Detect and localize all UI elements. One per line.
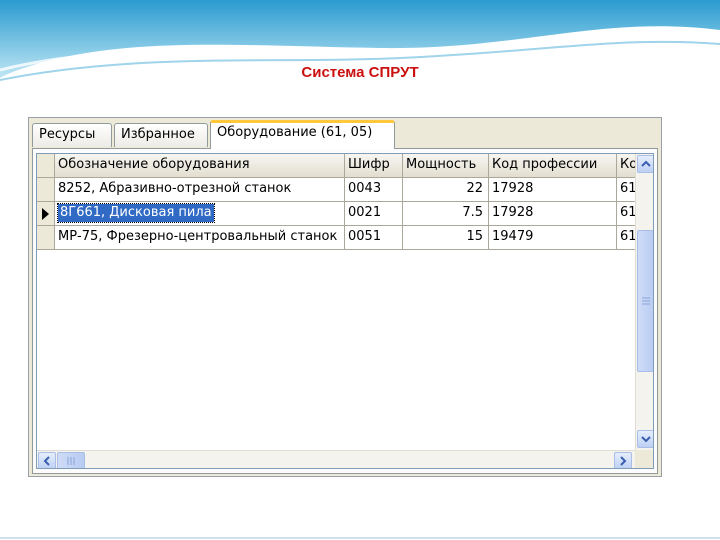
table-row[interactable]: 8252, Абразивно-отрезной станок 0043 22 … <box>37 178 637 202</box>
scroll-up-button[interactable] <box>637 155 653 173</box>
cell-profession-code[interactable]: 19479 <box>489 226 617 250</box>
scroll-left-button[interactable] <box>38 452 56 468</box>
tab-bar: Ресурсы Избранное Оборудование (61, 05) <box>29 118 661 149</box>
cell-name[interactable]: 8252, Абразивно-отрезной станок <box>55 178 345 202</box>
horizontal-scroll-thumb[interactable] <box>57 452 85 468</box>
equipment-grid: Обозначение оборудования Шифр Мощность К… <box>36 153 654 469</box>
column-header-code[interactable]: Шифр <box>345 154 403 178</box>
tab-resources[interactable]: Ресурсы <box>32 123 112 147</box>
tab-panel: Обозначение оборудования Шифр Мощность К… <box>32 148 658 474</box>
tab-favorites[interactable]: Избранное <box>114 123 208 147</box>
cell-profession-code[interactable]: 17928 <box>489 202 617 226</box>
selected-cell-text: 8Г661, Дисковая пила <box>57 203 215 223</box>
chevron-right-icon <box>620 456 627 466</box>
column-header-extra[interactable]: Ко <box>617 154 637 178</box>
cell-code[interactable]: 0043 <box>345 178 403 202</box>
row-indicator[interactable] <box>37 226 55 250</box>
cell-power[interactable]: 22 <box>403 178 489 202</box>
cell-power[interactable]: 15 <box>403 226 489 250</box>
grip-icon <box>67 457 75 465</box>
scroll-right-button[interactable] <box>614 452 632 468</box>
row-indicator-header <box>37 154 55 178</box>
cell-name[interactable]: 8Г661, Дисковая пила <box>55 202 345 226</box>
cell-extra[interactable]: 61 <box>617 178 637 202</box>
tab-equipment[interactable]: Оборудование (61, 05) <box>210 120 395 149</box>
scroll-down-button[interactable] <box>637 430 653 448</box>
cell-name[interactable]: МР-75, Фрезерно-центровальный станок <box>55 226 345 250</box>
chevron-down-icon <box>641 436 651 443</box>
cell-code[interactable]: 0021 <box>345 202 403 226</box>
horizontal-scrollbar[interactable] <box>37 450 635 468</box>
row-indicator[interactable] <box>37 202 55 226</box>
footer-divider <box>0 537 720 539</box>
row-indicator[interactable] <box>37 178 55 202</box>
cell-extra[interactable]: 61 <box>617 202 637 226</box>
vertical-scrollbar[interactable] <box>635 154 653 450</box>
table-row-selected[interactable]: 8Г661, Дисковая пила 0021 7.5 17928 61 <box>37 202 637 226</box>
equipment-window: Ресурсы Избранное Оборудование (61, 05) … <box>28 117 662 477</box>
table-row[interactable]: МР-75, Фрезерно-центровальный станок 005… <box>37 226 637 250</box>
cell-code[interactable]: 0051 <box>345 226 403 250</box>
grid-header: Обозначение оборудования Шифр Мощность К… <box>37 154 637 178</box>
chevron-up-icon <box>641 160 651 167</box>
column-header-name[interactable]: Обозначение оборудования <box>55 154 345 178</box>
cell-extra[interactable]: 61 <box>617 226 637 250</box>
cell-power[interactable]: 7.5 <box>403 202 489 226</box>
column-header-profession-code[interactable]: Код профессии <box>489 154 617 178</box>
triangle-right-icon <box>42 208 49 220</box>
vertical-scroll-thumb[interactable] <box>637 230 653 372</box>
cell-profession-code[interactable]: 17928 <box>489 178 617 202</box>
slide-title: Система СПРУТ <box>301 64 419 81</box>
grip-icon <box>642 297 650 305</box>
scrollbar-corner <box>635 450 653 468</box>
column-header-power[interactable]: Мощность <box>403 154 489 178</box>
chevron-left-icon <box>43 456 50 466</box>
